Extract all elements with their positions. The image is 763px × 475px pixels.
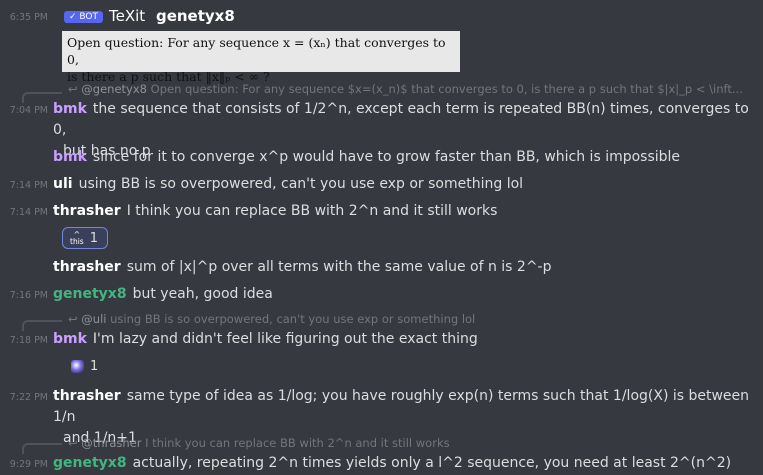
galaxy-emoji-icon	[71, 359, 84, 373]
reply-text: Open question: For any sequence $x=(x_n)…	[150, 82, 743, 96]
this-emoji-icon: ^ this	[70, 230, 84, 246]
reply-preview[interactable]: ↩ @thrasher I think you can replace BB w…	[68, 436, 450, 450]
message-text: I'm lazy and didn't feel like figuring o…	[92, 331, 478, 347]
username[interactable]: thrasher	[53, 388, 121, 404]
username[interactable]: uli	[53, 176, 73, 192]
timestamp: 7:18 PM	[9, 335, 48, 346]
message-text: using BB is so overpowered, can't you us…	[78, 176, 524, 192]
timestamp: 7:16 PM	[9, 290, 48, 301]
reply-preview[interactable]: ↩ @genetyx8 Open question: For any seque…	[68, 82, 753, 96]
reaction-button[interactable]: ^ this 1	[62, 227, 108, 249]
reply-username[interactable]: @uli	[81, 312, 106, 326]
reply-arrow-icon: ↩	[68, 436, 78, 450]
reply-text: I think you can replace BB with 2^n and …	[145, 436, 450, 450]
reply-preview[interactable]: ↩ @uli using BB is so overpowered, can't…	[68, 312, 475, 326]
message-text: but yeah, good idea	[132, 286, 273, 302]
message: uli using BB is so overpowered, can't you…	[53, 174, 523, 195]
message: thrasher sum of |x|^p over all terms with…	[53, 257, 552, 278]
reply-text: using BB is so overpowered, can't you us…	[110, 312, 476, 326]
timestamp: 7:22 PM	[9, 392, 48, 403]
latex-image: Open question: For any sequence x = (xₙ)…	[62, 31, 460, 84]
bot-badge: ✓ BOT	[64, 10, 103, 23]
timestamp: 6:35 PM	[9, 12, 48, 23]
username[interactable]: bmk	[53, 331, 87, 347]
username[interactable]: TeXit	[109, 7, 145, 25]
message-text: sum of |x|^p over all terms with the sam…	[126, 259, 552, 275]
reply-username[interactable]: @genetyx8	[81, 82, 147, 96]
message-text: actually, repeating 2^n times yields onl…	[132, 455, 732, 471]
username[interactable]: genetyx8	[53, 286, 127, 302]
username[interactable]: thrasher	[53, 259, 121, 275]
message-text: since for it to converge x^p would have …	[92, 149, 681, 165]
message: genetyx8 but yeah, good idea	[53, 284, 273, 305]
username[interactable]: genetyx8	[53, 455, 127, 471]
reaction-count: 1	[89, 230, 98, 246]
message: thrasher I think you can replace BB with …	[53, 201, 497, 222]
message-text: the sequence that consists of 1/2^n, exc…	[53, 101, 749, 138]
reply-arrow-icon: ↩	[68, 82, 78, 96]
message: bmk I'm lazy and didn't feel like figurin…	[53, 329, 478, 350]
timestamp: 7:14 PM	[9, 180, 48, 191]
reply-arrow-icon: ↩	[68, 312, 78, 326]
message-text: same type of idea as 1/log; you have rou…	[53, 388, 750, 425]
latex-line: Open question: For any sequence x = (xₙ)…	[67, 35, 446, 67]
reaction-count: 1	[90, 358, 99, 374]
message-header: ✓ BOT TeXit genetyx8	[58, 7, 235, 25]
timestamp: 7:04 PM	[9, 105, 48, 116]
username[interactable]: bmk	[53, 149, 87, 165]
message-text: I think you can replace BB with 2^n and …	[126, 203, 498, 219]
username[interactable]: bmk	[53, 101, 87, 117]
username[interactable]: thrasher	[53, 203, 121, 219]
timestamp: 7:14 PM	[9, 207, 48, 218]
reaction-button[interactable]: 1	[64, 355, 105, 377]
timestamp: 9:29 PM	[9, 459, 48, 470]
message: bmk since for it to converge x^p would ha…	[53, 147, 680, 168]
message: genetyx8 actually, repeating 2^n times yi…	[53, 453, 731, 474]
mention[interactable]: genetyx8	[156, 7, 235, 25]
reply-username[interactable]: @thrasher	[81, 436, 141, 450]
